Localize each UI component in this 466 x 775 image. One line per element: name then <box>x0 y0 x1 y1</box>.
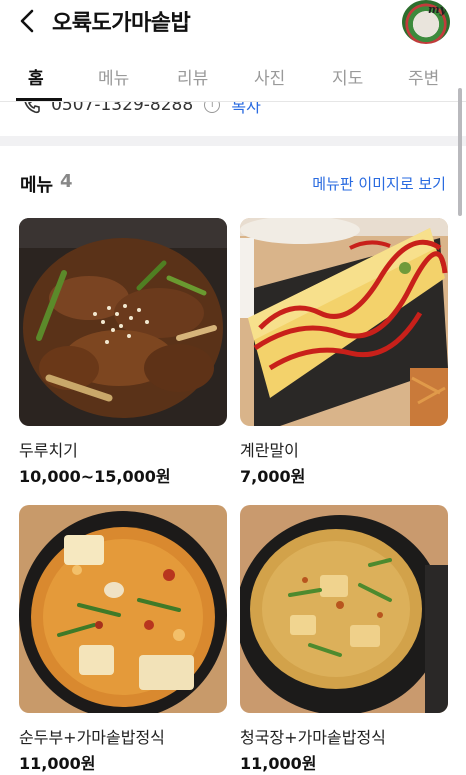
menu-item-name: 계란말이 <box>240 441 299 460</box>
menu-item-photo-omelette <box>240 218 448 426</box>
tab-nearby[interactable]: 주변 <box>408 64 439 89</box>
tab-bar: 홈 메뉴 리뷰 사진 지도 주변 <box>0 62 466 102</box>
menu-item-photo-soft-tofu-stew <box>19 505 227 713</box>
tab-map[interactable]: 지도 <box>332 64 363 89</box>
menu-item-name: 순두부+가마솥밥정식 <box>19 728 165 747</box>
menu-count: 4 <box>60 171 73 192</box>
menu-item[interactable]: 계란말이 7,000원 <box>240 218 448 486</box>
avatar[interactable]: my <box>402 0 450 44</box>
menu-board-image-link[interactable]: 메뉴판 이미지로 보기 <box>312 173 446 194</box>
top-bar: 오륙도가마솥밥 my <box>0 0 466 44</box>
tab-photo[interactable]: 사진 <box>254 64 285 89</box>
menu-item-price: 11,000원 <box>240 754 317 773</box>
menu-item[interactable]: 순두부+가마솥밥정식 11,000원 <box>19 505 227 773</box>
menu-item-price: 10,000~15,000원 <box>19 467 171 486</box>
menu-item-price: 7,000원 <box>240 467 306 486</box>
avatar-badge: my <box>427 3 446 16</box>
menu-section-title: 메뉴 <box>20 175 54 196</box>
menu-item-name: 청국장+가마솥밥정식 <box>240 728 386 747</box>
menu-item[interactable]: 두루치기 10,000~15,000원 <box>19 218 227 486</box>
copy-phone-button[interactable]: 복사 <box>231 102 260 116</box>
info-icon[interactable]: i <box>204 102 221 113</box>
section-divider <box>0 136 466 146</box>
phone-icon <box>22 102 42 115</box>
menu-item-price: 11,000원 <box>19 754 96 773</box>
menu-item-photo-pork <box>19 218 227 426</box>
menu-item[interactable]: 청국장+가마솥밥정식 11,000원 <box>240 505 448 773</box>
tab-review[interactable]: 리뷰 <box>177 64 208 89</box>
back-button[interactable] <box>14 6 42 36</box>
menu-section-header: 메뉴 4 메뉴판 이미지로 보기 <box>0 146 466 206</box>
menu-item-name: 두루치기 <box>19 441 78 460</box>
phone-number[interactable]: 0507-1329-8288 <box>51 102 193 115</box>
place-title: 오륙도가마솥밥 <box>52 11 191 36</box>
tab-menu[interactable]: 메뉴 <box>98 64 129 89</box>
chevron-left-icon <box>20 9 34 33</box>
menu-item-photo-soybean-stew <box>240 505 448 713</box>
scrollbar[interactable] <box>458 88 462 216</box>
phone-row: 0507-1329-8288 i 복사 <box>0 102 466 120</box>
tab-home[interactable]: 홈 <box>28 64 44 89</box>
